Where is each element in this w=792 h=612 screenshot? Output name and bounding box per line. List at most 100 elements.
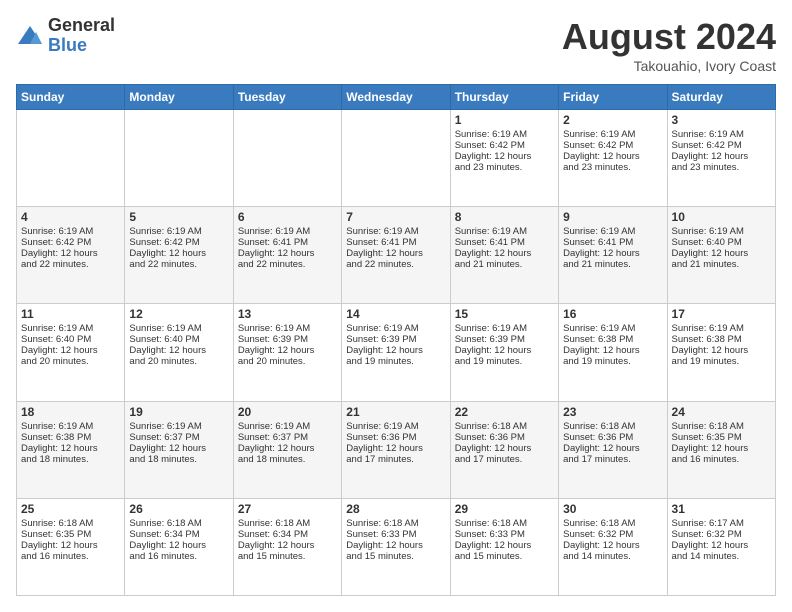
day-number: 31 (672, 502, 771, 516)
col-friday: Friday (559, 85, 667, 110)
day-info: Daylight: 12 hours (21, 248, 120, 259)
day-info: and 22 minutes. (129, 259, 228, 270)
table-row: 26Sunrise: 6:18 AMSunset: 6:34 PMDayligh… (125, 498, 233, 595)
day-info: Daylight: 12 hours (129, 345, 228, 356)
col-sunday: Sunday (17, 85, 125, 110)
day-info: Sunrise: 6:19 AM (672, 226, 771, 237)
table-row: 18Sunrise: 6:19 AMSunset: 6:38 PMDayligh… (17, 401, 125, 498)
table-row: 4Sunrise: 6:19 AMSunset: 6:42 PMDaylight… (17, 207, 125, 304)
table-row: 15Sunrise: 6:19 AMSunset: 6:39 PMDayligh… (450, 304, 558, 401)
table-row (17, 110, 125, 207)
day-info: Daylight: 12 hours (455, 443, 554, 454)
day-info: Sunrise: 6:18 AM (563, 518, 662, 529)
logo-text: General Blue (48, 16, 115, 56)
table-row: 11Sunrise: 6:19 AMSunset: 6:40 PMDayligh… (17, 304, 125, 401)
day-info: and 21 minutes. (455, 259, 554, 270)
day-info: Sunrise: 6:18 AM (563, 421, 662, 432)
day-number: 30 (563, 502, 662, 516)
day-info: Daylight: 12 hours (238, 540, 337, 551)
day-number: 17 (672, 307, 771, 321)
table-row: 10 Sunrise: 6:19 AMSunset: 6:40 PMDayligh… (667, 207, 775, 304)
day-info: and 21 minutes. (672, 259, 771, 270)
calendar-table: Sunday Monday Tuesday Wednesday Thursday… (16, 84, 776, 596)
day-info: Sunrise: 6:18 AM (238, 518, 337, 529)
day-info: Sunrise: 6:19 AM (21, 226, 120, 237)
table-row: 5Sunrise: 6:19 AMSunset: 6:42 PMDaylight… (125, 207, 233, 304)
day-info: Daylight: 12 hours (346, 540, 445, 551)
day-info: Sunrise: 6:18 AM (346, 518, 445, 529)
day-info: Sunset: 6:36 PM (346, 432, 445, 443)
day-number: 18 (21, 405, 120, 419)
day-info: Daylight: 12 hours (346, 345, 445, 356)
day-info: Sunrise: 6:19 AM (672, 323, 771, 334)
day-number: 4 (21, 210, 120, 224)
table-row: 23Sunrise: 6:18 AMSunset: 6:36 PMDayligh… (559, 401, 667, 498)
day-info: and 23 minutes. (563, 162, 662, 173)
day-info: and 23 minutes. (672, 162, 771, 173)
day-info: Daylight: 12 hours (129, 540, 228, 551)
day-info: Sunrise: 6:19 AM (563, 226, 662, 237)
table-row: 8Sunrise: 6:19 AMSunset: 6:41 PMDaylight… (450, 207, 558, 304)
table-row: 30Sunrise: 6:18 AMSunset: 6:32 PMDayligh… (559, 498, 667, 595)
day-info: Daylight: 12 hours (455, 151, 554, 162)
day-number: 5 (129, 210, 228, 224)
day-number: 16 (563, 307, 662, 321)
day-info: Sunset: 6:38 PM (672, 334, 771, 345)
table-row: 13Sunrise: 6:19 AMSunset: 6:39 PMDayligh… (233, 304, 341, 401)
day-info: and 14 minutes. (563, 551, 662, 562)
day-number: 21 (346, 405, 445, 419)
col-monday: Monday (125, 85, 233, 110)
day-info: Sunset: 6:42 PM (455, 140, 554, 151)
col-saturday: Saturday (667, 85, 775, 110)
table-row: 20Sunrise: 6:19 AMSunset: 6:37 PMDayligh… (233, 401, 341, 498)
day-info: Sunset: 6:36 PM (563, 432, 662, 443)
table-row: 22Sunrise: 6:18 AMSunset: 6:36 PMDayligh… (450, 401, 558, 498)
day-number: 6 (238, 210, 337, 224)
day-info: Sunset: 6:33 PM (455, 529, 554, 540)
day-number: 1 (455, 113, 554, 127)
day-info: Sunrise: 6:17 AM (672, 518, 771, 529)
page: General Blue August 2024 Takouahio, Ivor… (0, 0, 792, 612)
day-info: Sunset: 6:40 PM (672, 237, 771, 248)
day-info: Sunset: 6:38 PM (563, 334, 662, 345)
table-row: 9Sunrise: 6:19 AMSunset: 6:41 PMDaylight… (559, 207, 667, 304)
day-info: and 18 minutes. (21, 454, 120, 465)
table-row: 29Sunrise: 6:18 AMSunset: 6:33 PMDayligh… (450, 498, 558, 595)
day-info: and 22 minutes. (346, 259, 445, 270)
logo-blue: Blue (48, 36, 115, 56)
day-info: Daylight: 12 hours (672, 151, 771, 162)
logo: General Blue (16, 16, 115, 56)
day-info: and 19 minutes. (346, 356, 445, 367)
table-row (233, 110, 341, 207)
day-info: Sunset: 6:39 PM (455, 334, 554, 345)
day-info: Daylight: 12 hours (672, 443, 771, 454)
day-info: Daylight: 12 hours (21, 443, 120, 454)
day-number: 19 (129, 405, 228, 419)
day-info: Sunrise: 6:18 AM (21, 518, 120, 529)
day-number: 7 (346, 210, 445, 224)
day-info: and 19 minutes. (563, 356, 662, 367)
calendar-week-5: 25Sunrise: 6:18 AMSunset: 6:35 PMDayligh… (17, 498, 776, 595)
table-row: 19Sunrise: 6:19 AMSunset: 6:37 PMDayligh… (125, 401, 233, 498)
day-info: Sunset: 6:39 PM (346, 334, 445, 345)
day-info: Daylight: 12 hours (21, 540, 120, 551)
day-info: Sunrise: 6:18 AM (455, 518, 554, 529)
day-number: 10 (672, 210, 771, 224)
day-number: 24 (672, 405, 771, 419)
day-info: and 20 minutes. (21, 356, 120, 367)
day-number: 12 (129, 307, 228, 321)
day-info: and 15 minutes. (346, 551, 445, 562)
table-row: 7Sunrise: 6:19 AMSunset: 6:41 PMDaylight… (342, 207, 450, 304)
day-number: 29 (455, 502, 554, 516)
day-info: Daylight: 12 hours (455, 345, 554, 356)
day-info: Sunrise: 6:19 AM (346, 323, 445, 334)
day-info: Daylight: 12 hours (563, 248, 662, 259)
day-info: Sunset: 6:41 PM (563, 237, 662, 248)
day-info: and 17 minutes. (455, 454, 554, 465)
day-info: Daylight: 12 hours (672, 248, 771, 259)
day-info: Sunset: 6:41 PM (238, 237, 337, 248)
day-info: Sunset: 6:42 PM (129, 237, 228, 248)
day-info: Sunset: 6:37 PM (129, 432, 228, 443)
day-number: 15 (455, 307, 554, 321)
day-info: Sunset: 6:35 PM (672, 432, 771, 443)
